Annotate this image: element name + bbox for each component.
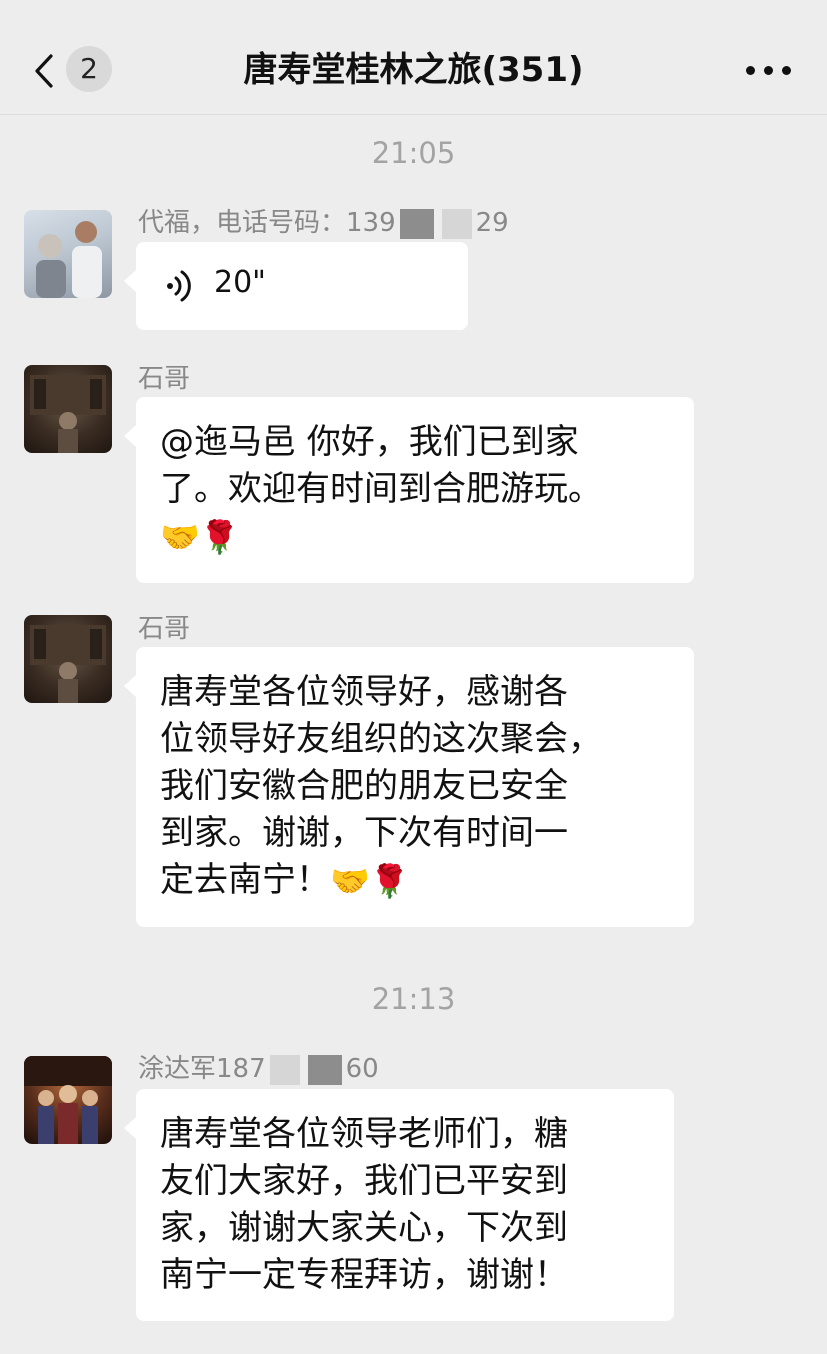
sender-name: 代福，电话号码：139 29	[138, 202, 509, 239]
message-content: @迤马邑 你好，我们已到家 了。欢迎有时间到合肥游玩。 🤝🌹	[136, 397, 694, 583]
message-content: 唐寿堂各位领导好，感谢各 位领导好友组织的这次聚会， 我们安徽合肥的朋友已安全 …	[136, 647, 694, 927]
more-dot-icon	[782, 66, 791, 75]
more-options-button[interactable]	[740, 52, 796, 88]
avatar-photo-icon	[24, 1056, 112, 1144]
more-dot-icon	[746, 66, 755, 75]
unread-count-badge: 2	[66, 46, 112, 92]
voice-message-bubble[interactable]: 20"	[124, 242, 468, 330]
redaction-block	[399, 208, 434, 239]
message-text: 唐寿堂各位领导老师们，糖 友们大家好，我们已平安到 家，谢谢大家关心，下次到 南…	[160, 1114, 568, 1295]
avatar-photo-icon	[30, 625, 106, 703]
avatar[interactable]	[24, 210, 112, 298]
text-message-bubble[interactable]: @迤马邑 你好，我们已到家 了。欢迎有时间到合肥游玩。 🤝🌹	[124, 397, 694, 583]
timestamp: 21:13	[371, 982, 456, 1016]
timestamp: 21:05	[371, 136, 456, 170]
chat-screen: 2 唐寿堂桂林之旅(351) 21:05 代福，电话号码：139 29 20"	[0, 0, 827, 1354]
more-dot-icon	[764, 66, 773, 75]
sender-name: 涂达军187 60	[138, 1048, 379, 1085]
redaction-block	[269, 1054, 300, 1085]
handshake-rose-emoji: 🤝🌹	[160, 518, 240, 556]
sender-name-suffix: 60	[345, 1054, 379, 1084]
chat-header: 2 唐寿堂桂林之旅(351)	[0, 0, 827, 115]
redaction-block	[307, 1054, 342, 1085]
chevron-left-icon	[35, 54, 53, 88]
text-message-bubble[interactable]: 唐寿堂各位领导好，感谢各 位领导好友组织的这次聚会， 我们安徽合肥的朋友已安全 …	[124, 647, 694, 927]
chat-title: 唐寿堂桂林之旅(351)	[243, 50, 584, 90]
avatar[interactable]	[24, 1056, 112, 1144]
avatar[interactable]	[24, 615, 112, 703]
avatar-photo-icon	[36, 221, 102, 298]
sender-name-text: 代福，电话号码：139	[138, 208, 396, 238]
redaction-block	[441, 208, 472, 239]
sender-name-suffix: 29	[475, 208, 509, 238]
handshake-rose-emoji: 🤝🌹	[330, 862, 410, 900]
sender-name: 石哥	[138, 614, 191, 644]
sender-name-text: 涂达军187	[138, 1054, 266, 1084]
avatar[interactable]	[24, 365, 112, 453]
back-button[interactable]: 2	[26, 44, 116, 96]
voice-duration: 20"	[214, 265, 266, 300]
sender-name: 石哥	[138, 364, 191, 394]
voice-wave-icon	[167, 270, 191, 302]
message-text: @迤马邑 你好，我们已到家 了。欢迎有时间到合肥游玩。	[160, 422, 602, 509]
avatar-photo-icon	[30, 375, 106, 453]
text-message-bubble[interactable]: 唐寿堂各位领导老师们，糖 友们大家好，我们已平安到 家，谢谢大家关心，下次到 南…	[124, 1089, 674, 1321]
